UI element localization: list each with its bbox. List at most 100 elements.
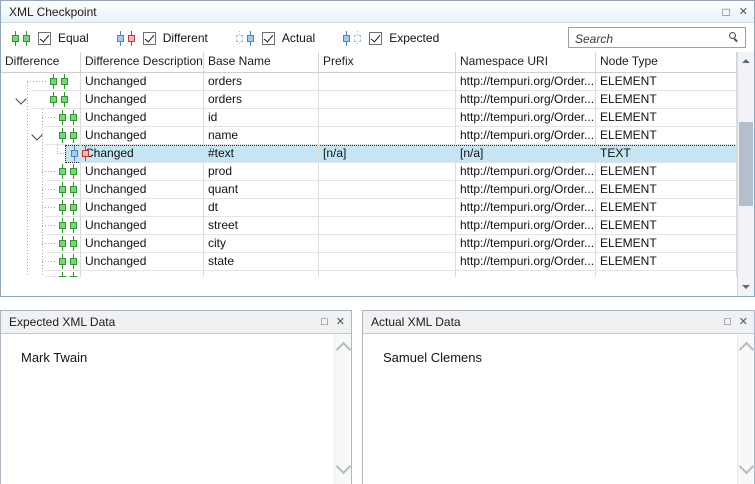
grid-vertical-scrollbar[interactable] (737, 52, 754, 296)
column-header-difference[interactable]: Difference (1, 52, 81, 72)
expected-scrollbar[interactable] (334, 334, 351, 484)
panel-title: Expected XML Data (1, 315, 115, 329)
tree-cell (1, 109, 81, 127)
cell-node-type: ELEMENT (596, 199, 737, 217)
table-row[interactable]: Unchanged state http://tempuri.org/Order… (1, 253, 737, 271)
expected-pair-icon (342, 31, 362, 46)
expected-checkbox[interactable] (369, 32, 382, 45)
cell-description: Unchanged (81, 217, 204, 235)
grid-header: Difference Difference Description Base N… (1, 52, 737, 73)
float-icon[interactable]: □ (321, 317, 328, 328)
table-row[interactable]: Unchanged name http://tempuri.org/Order.… (1, 127, 737, 145)
table-row[interactable]: Unchanged orders http://tempuri.org/Orde… (1, 91, 737, 109)
scroll-down-icon[interactable] (742, 285, 750, 289)
column-header-base-name[interactable]: Base Name (204, 52, 319, 72)
actual-checkbox[interactable] (262, 32, 275, 45)
cell-description: Unchanged (81, 91, 204, 109)
close-icon[interactable]: ✕ (336, 317, 345, 328)
tree-cell (1, 145, 81, 163)
cell-node-type: ELEMENT (596, 163, 737, 181)
table-row[interactable]: Unchanged city http://tempuri.org/Order.… (1, 235, 737, 253)
cell-prefix (319, 109, 456, 127)
cell-base-name: quant (204, 181, 319, 199)
cell-namespace-uri: http://tempuri.org/Order... (456, 181, 596, 199)
actual-xml-content[interactable]: Samuel Clemens (363, 334, 754, 484)
cell-namespace-uri: [n/a] (456, 145, 596, 163)
cell-node-type: ELEMENT (596, 127, 737, 145)
cell-node-type: ELEMENT (596, 91, 737, 109)
cell-description: Changed (81, 145, 204, 163)
cell-prefix (319, 181, 456, 199)
cell-description: Unchanged (81, 199, 204, 217)
column-header-node-type[interactable]: Node Type (596, 52, 737, 72)
cell-prefix (319, 73, 456, 91)
cell-base-name: state (204, 253, 319, 271)
expand-chevron-icon[interactable] (15, 93, 26, 104)
cell-prefix (319, 127, 456, 145)
xml-checkpoint-window: XML Checkpoint □ ✕ Equal Different Actua… (0, 0, 755, 484)
equal-pair-icon (11, 31, 31, 46)
float-icon[interactable]: □ (723, 6, 730, 18)
cell-description: Unchanged (81, 253, 204, 271)
column-header-namespace-uri[interactable]: Namespace URI (456, 52, 596, 72)
cell-namespace-uri: http://tempuri.org/Order... (456, 73, 596, 91)
filter-label: Equal (58, 31, 89, 45)
expected-xml-content[interactable]: Mark Twain (1, 334, 351, 484)
cell-base-name: orders (204, 91, 319, 109)
scrollbar-thumb[interactable] (739, 122, 753, 206)
search-box (568, 27, 746, 48)
table-row[interactable]: Unchanged prod http://tempuri.org/Order.… (1, 163, 737, 181)
filter-different: Different (116, 31, 208, 46)
equal-checkbox[interactable] (38, 32, 51, 45)
cell-description: Unchanged (81, 127, 204, 145)
tree-cell (1, 127, 81, 145)
scroll-down-icon[interactable] (336, 459, 352, 475)
filter-actual: Actual (235, 31, 315, 46)
cell-base-name: name (204, 127, 319, 145)
actual-xml-data-panel: Actual XML Data □ ✕ Samuel Clemens (362, 310, 755, 484)
table-row[interactable]: Unchanged id http://tempuri.org/Order...… (1, 109, 737, 127)
tree-cell (1, 91, 81, 109)
search-input[interactable] (573, 29, 727, 48)
cell-base-name: orders (204, 73, 319, 91)
close-icon[interactable]: ✕ (739, 317, 748, 328)
scroll-up-icon[interactable] (739, 342, 755, 358)
expand-chevron-icon[interactable] (31, 129, 42, 140)
equal-icon (58, 272, 78, 277)
float-icon[interactable]: □ (724, 317, 731, 328)
filter-label: Different (163, 31, 208, 45)
actual-scrollbar[interactable] (737, 334, 754, 484)
table-row-clipped[interactable] (1, 271, 737, 277)
close-icon[interactable]: ✕ (739, 6, 748, 18)
expected-panel-header: Expected XML Data □ ✕ (1, 311, 351, 334)
cell-namespace-uri: http://tempuri.org/Order... (456, 217, 596, 235)
different-pair-icon (116, 31, 136, 46)
filter-equal: Equal (11, 31, 89, 46)
cell-description: Unchanged (81, 73, 204, 91)
cell-namespace-uri: http://tempuri.org/Order... (456, 199, 596, 217)
tree-cell (1, 181, 81, 199)
table-row[interactable]: Unchanged street http://tempuri.org/Orde… (1, 217, 737, 235)
cell-base-name: street (204, 217, 319, 235)
table-row[interactable]: Unchanged dt http://tempuri.org/Order...… (1, 199, 737, 217)
search-icon[interactable] (729, 32, 740, 43)
table-row[interactable]: Unchanged orders http://tempuri.org/Orde… (1, 73, 737, 91)
cell-description: Unchanged (81, 163, 204, 181)
column-header-prefix[interactable]: Prefix (319, 52, 456, 72)
expected-xml-data-panel: Expected XML Data □ ✕ Mark Twain (0, 310, 352, 484)
cell-base-name: prod (204, 163, 319, 181)
cell-prefix (319, 217, 456, 235)
filter-label: Actual (282, 31, 315, 45)
table-row[interactable]: Unchanged quant http://tempuri.org/Order… (1, 181, 737, 199)
table-row-selected[interactable]: Changed #text [n/a] [n/a] TEXT (1, 145, 737, 163)
scroll-down-icon[interactable] (739, 459, 755, 475)
cell-node-type: ELEMENT (596, 73, 737, 91)
scroll-up-icon[interactable] (336, 342, 352, 358)
cell-namespace-uri: http://tempuri.org/Order... (456, 235, 596, 253)
cell-base-name: id (204, 109, 319, 127)
scroll-up-icon[interactable] (742, 59, 750, 63)
cell-description: Unchanged (81, 181, 204, 199)
cell-node-type: ELEMENT (596, 109, 737, 127)
column-header-difference-description[interactable]: Difference Description (81, 52, 204, 72)
different-checkbox[interactable] (143, 32, 156, 45)
